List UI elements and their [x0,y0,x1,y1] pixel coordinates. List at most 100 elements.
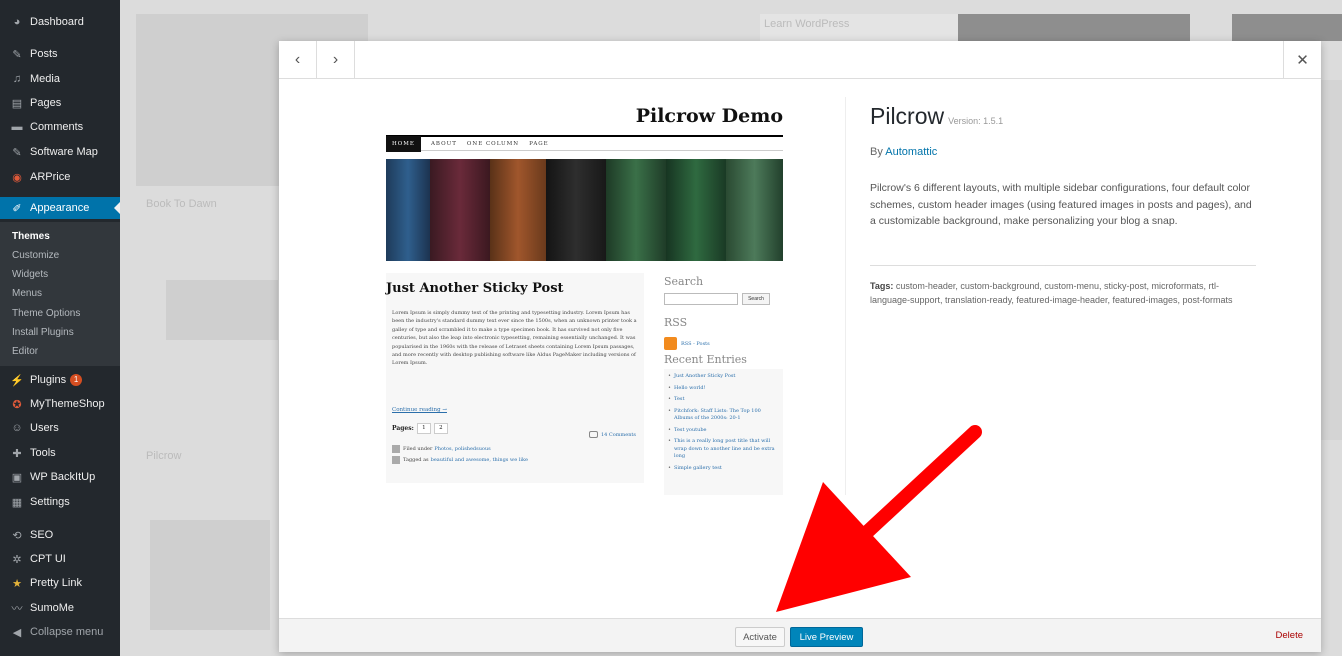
book-shape [490,159,546,261]
bg-theme-card [166,280,278,340]
users-icon: ☺ [11,422,23,434]
preview-pagination: Pages: 1 2 [392,423,448,434]
theme-screenshot: Pilcrow Demo HOME ABOUT ONE COLUMN PAGE … [320,97,846,495]
list-item: This is a really long post title that wi… [668,438,780,461]
submenu-customize[interactable]: Customize [0,246,120,264]
close-modal-button[interactable]: ✕ [1283,41,1321,79]
chevron-right-icon: › [332,51,339,68]
sidebar-item-sumome[interactable]: 〰 SumoMe [0,597,120,619]
submenu-menus[interactable]: Menus [0,284,120,302]
theme-tags: Tags: custom-header, custom-background, … [870,281,1233,305]
submenu-editor[interactable]: Editor [0,342,120,360]
submenu-themes[interactable]: Themes [0,227,120,245]
rss-icon [664,337,677,350]
theme-name: Pilcrow [870,103,945,129]
preview-comments-link: 14 Comments [588,431,636,438]
preview-recent-heading: Recent Entries [664,353,747,366]
modal-header: ‹ › ✕ [279,41,1321,79]
sidebar-item-arprice[interactable]: ◉ ARPrice [0,166,120,188]
seo-icon: ⟲ [12,529,22,542]
sidebar-item-pages[interactable]: ▤ Pages [0,92,120,114]
list-item: Test youtube [668,427,780,435]
sidebar-item-dashboard[interactable]: ◕ Dashboard [0,11,120,33]
submenu-install-plugins[interactable]: Install Plugins [0,323,120,341]
backup-icon: ▣ [11,471,23,484]
bg-theme-name: Book To Dawn [146,198,217,210]
preview-filed-under: Filed under Photos, polishedsuous [392,445,491,453]
theme-version: Version: 1.5.1 [948,116,1004,126]
sidebar-item-wp-backitup[interactable]: ▣ WP BackItUp [0,466,120,488]
list-item: Just Another Sticky Post [668,373,780,381]
list-item: Pitchfork: Staff Lists: The Top 100 Albu… [668,408,780,423]
settings-icon: ▦ [11,496,23,509]
bg-theme-card [1320,80,1342,440]
modal-footer: Activate Live Preview Delete [279,618,1321,652]
preview-nav-home: HOME [386,135,421,152]
close-icon: ✕ [1296,52,1309,69]
sidebar-item-software-map[interactable]: ✎ Software Map [0,141,120,163]
book-shape [726,159,783,261]
preview-nav-page: PAGE [529,140,549,147]
activate-button[interactable]: Activate [735,627,785,647]
preview-rss-heading: RSS [664,316,688,329]
preview-page-number: 2 [433,423,448,434]
list-item: Simple gallery test [668,465,780,473]
divider [870,265,1256,266]
media-icon: ♫ [12,73,22,85]
bg-theme-name: Pilcrow [146,450,182,462]
brush-icon: ✐ [12,202,22,215]
gear-icon: ✲ [12,553,22,566]
pages-icon: ▤ [11,97,23,110]
comments-icon: ▬ [11,121,23,133]
preview-post-title: Just Another Sticky Post [386,281,564,296]
sidebar-item-plugins[interactable]: ⚡ Plugins 1 [0,369,120,391]
chevron-left-icon: ‹ [294,51,301,68]
sidebar-item-pretty-link[interactable]: ★ Pretty Link [0,572,120,594]
sidebar-item-mythemeshop[interactable]: ✪ MyThemeShop [0,393,120,415]
plugin-icon: ⚡ [10,374,24,387]
submenu-theme-options[interactable]: Theme Options [0,304,120,322]
submenu-widgets[interactable]: Widgets [0,265,120,283]
preview-post-body: Lorem Ipsum is simply dummy text of the … [392,310,637,367]
preview-header-image [386,159,783,261]
mythemeshop-icon: ✪ [12,398,22,411]
star-icon: ★ [12,577,22,590]
book-shape [546,159,606,261]
theme-description: Pilcrow's 6 different layouts, with mult… [870,182,1252,227]
preview-search-heading: Search [664,275,704,288]
plugins-update-badge: 1 [70,374,83,386]
sidebar-item-cpt-ui[interactable]: ✲ CPT UI [0,548,120,570]
theme-author-link[interactable]: Automattic [885,146,937,158]
next-theme-button[interactable]: › [317,41,355,79]
sidebar-item-tools[interactable]: ✚ Tools [0,442,120,464]
sidebar-item-posts[interactable]: ✎ Posts [0,43,120,65]
wrench-icon: ✚ [12,447,22,460]
theme-details-modal: ‹ › ✕ Pilcrow Demo HOME ABOUT ONE COLUMN… [279,41,1321,652]
sidebar-item-appearance[interactable]: ✐ Appearance [0,197,120,219]
preview-recent-entries: Recent Entries Just Another Sticky Post … [664,353,783,495]
folder-icon [392,445,400,453]
delete-theme-link[interactable]: Delete [1276,630,1303,641]
sumome-icon: 〰 [11,603,23,615]
appearance-submenu: Themes Customize Widgets Menus Theme Opt… [0,222,120,366]
collapse-menu-button[interactable]: ◀ Collapse menu [0,621,120,643]
theme-info: Pilcrow Version: 1.5.1 By Automattic Pilc… [870,103,1256,305]
pin-icon: ✎ [12,48,22,61]
arprice-icon: ◉ [12,171,22,184]
bg-learn-wordpress: Learn WordPress [764,18,850,30]
preview-site-title: Pilcrow Demo [635,105,783,127]
sidebar-item-seo[interactable]: ⟲ SEO [0,524,120,546]
preview-rss-link: RSS - Posts [664,337,710,350]
preview-search-button: Search [742,293,770,305]
sidebar-item-media[interactable]: ♫ Media [0,68,120,90]
preview-recent-list: Just Another Sticky Post Hello world! Te… [668,373,780,476]
book-shape [386,159,430,261]
live-preview-button[interactable]: Live Preview [790,627,863,647]
sidebar-item-settings[interactable]: ▦ Settings [0,491,120,513]
preview-search-input [664,293,738,305]
sidebar-item-users[interactable]: ☺ Users [0,417,120,439]
sidebar-item-comments[interactable]: ▬ Comments [0,116,120,138]
preview-continue-link: Continue reading → [392,407,447,413]
previous-theme-button[interactable]: ‹ [279,41,317,79]
preview-page-number: 1 [416,423,431,434]
